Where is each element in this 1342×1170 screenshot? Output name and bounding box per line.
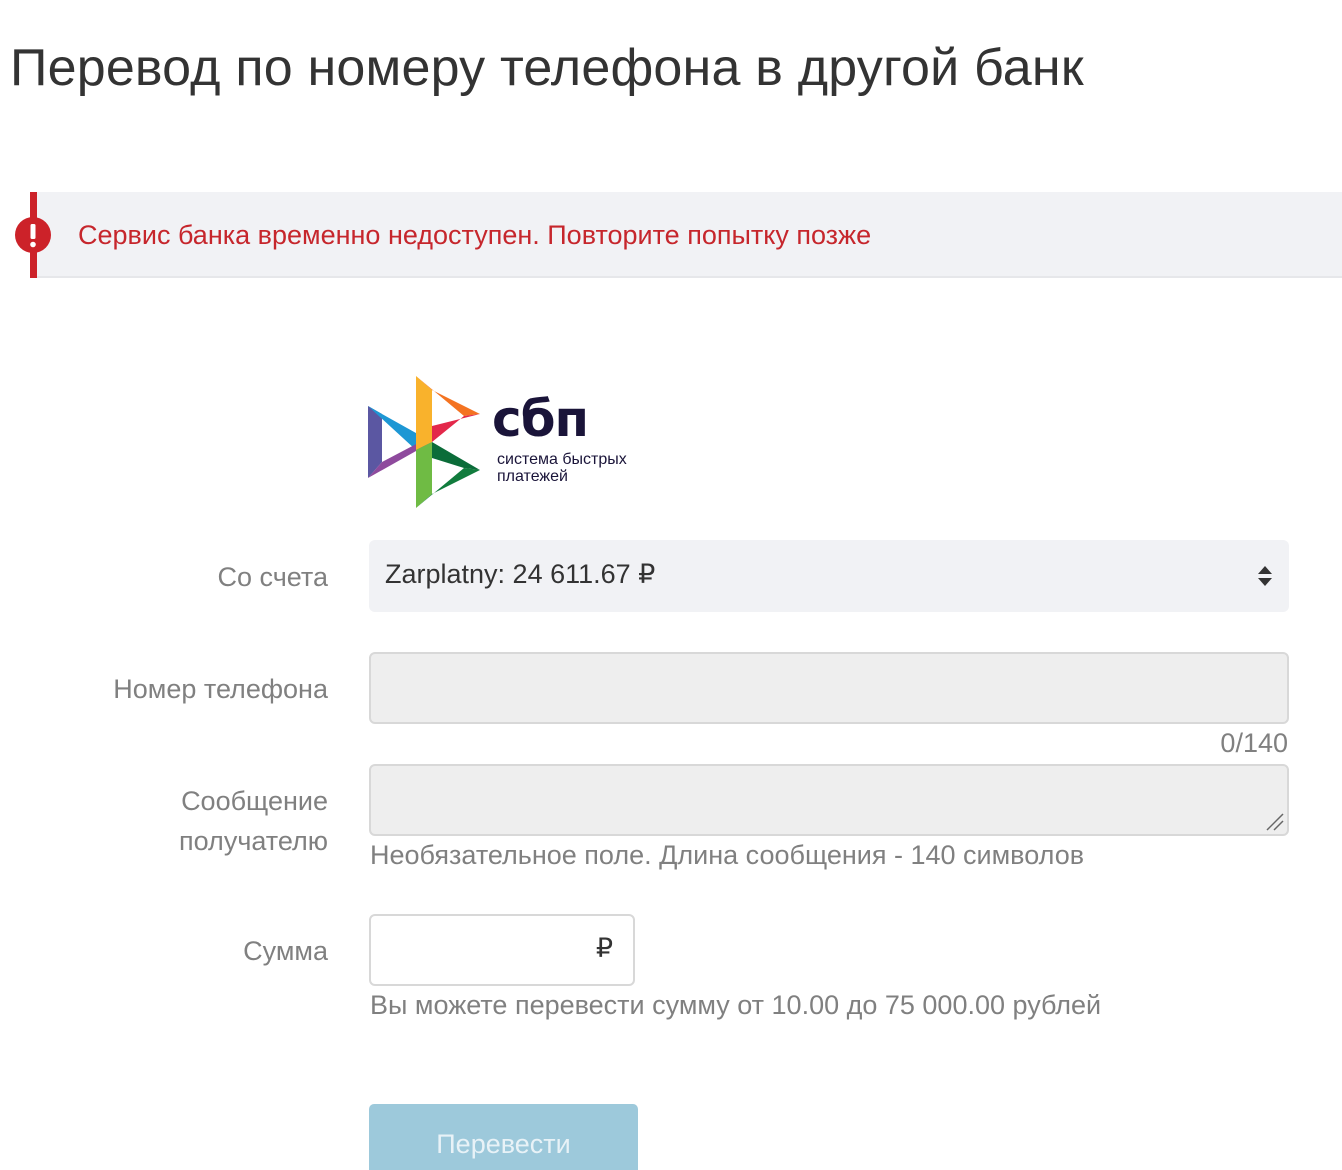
amount-hint: Вы можете перевести сумму от 10.00 до 75… — [370, 990, 1102, 1020]
sbp-logo-mark — [368, 376, 480, 508]
account-select-value: Zarplatny: 24 611.67 ₽ — [385, 559, 656, 589]
message-label-line: Сообщение — [181, 786, 328, 816]
sbp-logo-subtitle: система быстрых платежей — [497, 451, 627, 485]
amount-input[interactable]: ₽ — [369, 914, 635, 986]
transfer-page: Перевод по номеру телефона в другой банк… — [0, 0, 1342, 1170]
alert-message: Сервис банка временно недоступен. Повтор… — [78, 220, 872, 250]
phone-label: Номер телефона — [113, 674, 328, 704]
message-label: Сообщение получателю — [179, 781, 328, 861]
account-select[interactable]: Zarplatny: 24 611.67 ₽ — [369, 540, 1289, 612]
message-hint: Необязательное поле. Длина сообщения - 1… — [370, 840, 1085, 870]
sbp-logo-subtitle-line: платежей — [497, 468, 568, 485]
resize-handle-icon[interactable] — [1261, 808, 1285, 832]
message-label-line: получателю — [179, 826, 328, 856]
message-textarea[interactable] — [369, 764, 1289, 836]
ruble-icon: ₽ — [595, 933, 613, 963]
error-exclamation-icon — [15, 217, 51, 253]
phone-input[interactable] — [369, 652, 1289, 724]
message-char-counter: 0/140 — [1220, 728, 1288, 758]
sbp-logo-word: сбп — [492, 390, 589, 448]
account-label: Со счета — [217, 562, 328, 592]
transfer-button[interactable]: Перевести — [369, 1104, 638, 1170]
page-title: Перевод по номеру телефона в другой банк — [10, 39, 1084, 97]
sbp-logo-subtitle-line: система быстрых — [497, 451, 627, 468]
sbp-logo: сбп система быстрых платежей — [368, 376, 648, 510]
amount-label: Сумма — [243, 936, 328, 966]
sort-arrows-icon — [1258, 566, 1272, 586]
